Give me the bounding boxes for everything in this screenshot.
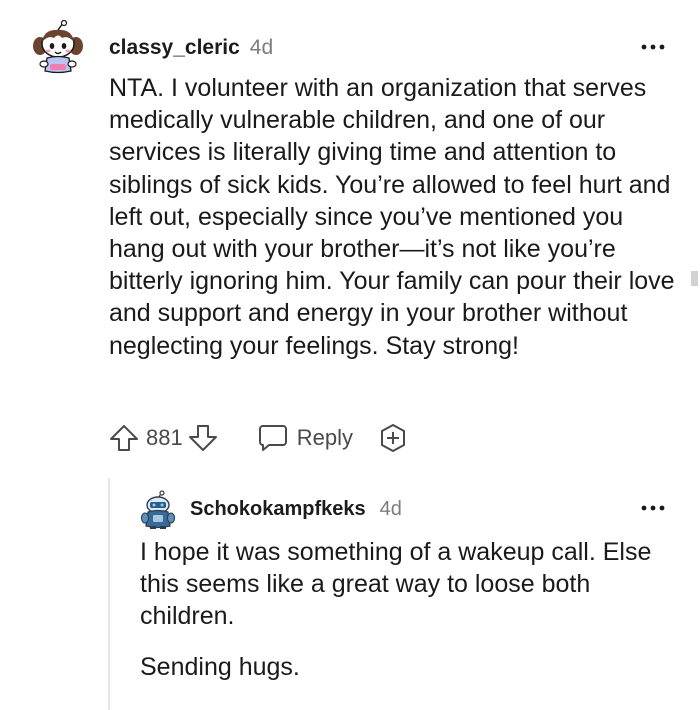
thread-line[interactable] <box>108 478 110 710</box>
downvote-arrow-icon[interactable] <box>187 422 219 454</box>
comment-username[interactable]: classy_cleric <box>109 36 240 60</box>
comment-actions: 881 Reply <box>108 420 409 456</box>
reply-age: 4d <box>379 497 402 520</box>
comment-header: classy_cleric 4d <box>109 34 273 62</box>
snoo-avatar-robot-icon[interactable] <box>140 490 178 530</box>
reply-bubble-icon <box>257 423 289 453</box>
more-options-icon[interactable] <box>638 499 668 517</box>
more-options-icon[interactable] <box>638 38 668 56</box>
comment-age: 4d <box>249 36 274 59</box>
vote-score: 881 <box>146 425 183 450</box>
reply-body: I hope it was something of a wakeup call… <box>140 536 685 683</box>
comment: classy_cleric 4d NTA. I volunteer with a… <box>0 0 700 470</box>
comment-text: NTA. I volunteer with an organization th… <box>109 74 675 360</box>
comment-body: NTA. I volunteer with an organization th… <box>109 72 684 362</box>
snoo-avatar-girl-icon[interactable] <box>30 19 86 76</box>
reply-label: Reply <box>296 425 353 450</box>
reply-paragraph: I hope it was something of a wakeup call… <box>140 538 652 631</box>
reply-button[interactable]: Reply <box>257 423 353 453</box>
award-plus-icon[interactable] <box>377 422 409 454</box>
reply-username[interactable]: Schokokampfkeks <box>190 498 366 521</box>
reply-header: Schokokampfkeks 4d <box>190 496 402 522</box>
scroll-marker <box>691 271 698 286</box>
upvote-arrow-icon[interactable] <box>108 422 140 454</box>
reply-paragraph: Sending hugs. <box>140 652 300 681</box>
